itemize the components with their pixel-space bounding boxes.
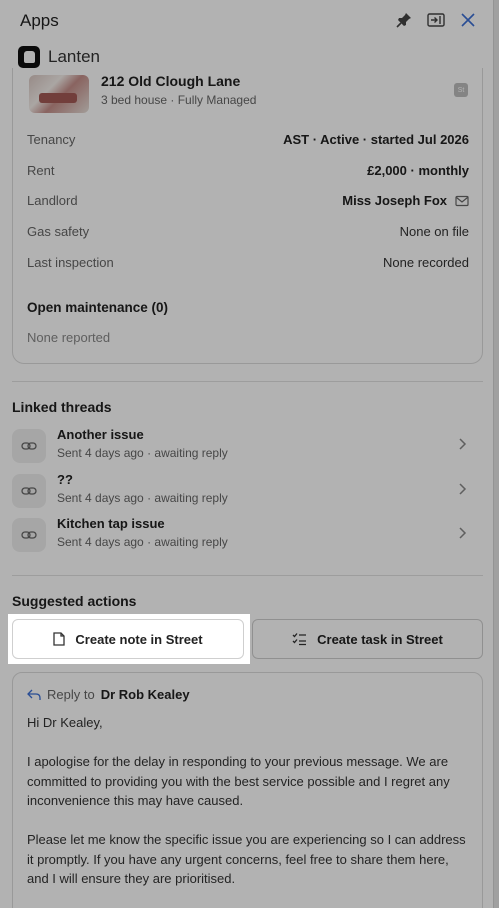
note-icon xyxy=(53,632,66,646)
property-card: 212 Old Clough Lane 3 bed house · Fully … xyxy=(12,68,483,364)
landlord-name: Miss Joseph Fox xyxy=(342,193,447,208)
detail-value: AST · Active · started Jul 2026 xyxy=(283,132,469,147)
detail-key: Gas safety xyxy=(27,224,90,239)
panel-header: Apps xyxy=(0,0,499,42)
header-actions xyxy=(395,11,477,29)
detail-row-tenancy: Tenancy AST · Active · started Jul 2026 xyxy=(27,130,469,150)
detail-row-rent: Rent £2,000 · monthly xyxy=(27,161,469,181)
chevron-right-icon xyxy=(459,438,467,450)
create-task-button[interactable]: Create task in Street xyxy=(252,619,483,659)
divider xyxy=(12,575,483,576)
detail-value: £2,000 · monthly xyxy=(367,163,469,178)
page-edge xyxy=(493,0,499,908)
thread-item[interactable]: ?? Sent 4 days ago · awaiting reply xyxy=(12,472,483,512)
property-subtitle: 3 bed house · Fully Managed xyxy=(101,93,257,107)
reply-arrow-icon xyxy=(27,689,41,700)
reply-composer[interactable]: Reply to Dr Rob Kealey Hi Dr Kealey, I a… xyxy=(12,672,483,908)
thread-meta: Sent 4 days ago · awaiting reply xyxy=(57,491,228,505)
detail-key: Rent xyxy=(27,163,55,178)
reply-paragraph: I apologise for the delay in responding … xyxy=(27,754,450,808)
detail-row-gas-safety: Gas safety None on file xyxy=(27,222,469,242)
lanten-logo-icon xyxy=(18,46,40,68)
create-task-label: Create task in Street xyxy=(317,631,443,647)
detail-row-last-inspection: Last inspection None recorded xyxy=(27,253,469,273)
close-icon[interactable] xyxy=(459,11,477,29)
detail-value: None on file xyxy=(399,224,469,239)
detail-key: Landlord xyxy=(27,193,78,208)
link-icon xyxy=(12,474,46,508)
detail-row-landlord: Landlord Miss Joseph Fox xyxy=(27,191,469,211)
expand-panel-icon[interactable] xyxy=(427,11,445,29)
linked-threads-heading: Linked threads xyxy=(12,399,112,415)
reply-greeting: Hi Dr Kealey, xyxy=(27,715,103,730)
link-icon xyxy=(12,429,46,463)
thread-meta: Sent 4 days ago · awaiting reply xyxy=(57,446,228,460)
detail-key: Tenancy xyxy=(27,132,76,147)
reply-recipient: Dr Rob Kealey xyxy=(100,687,190,702)
app-header: Lanten xyxy=(18,44,100,70)
detail-value-wrap: Miss Joseph Fox xyxy=(342,193,469,208)
thread-item[interactable]: Kitchen tap issue Sent 4 days ago · awai… xyxy=(12,516,483,556)
reply-paragraph: Please let me know the specific issue yo… xyxy=(27,832,466,886)
reply-header: Reply to Dr Rob Kealey xyxy=(27,687,190,702)
pin-icon[interactable] xyxy=(395,11,413,29)
suggested-actions-heading: Suggested actions xyxy=(12,593,137,609)
property-address[interactable]: 212 Old Clough Lane xyxy=(101,73,240,89)
apps-panel: Apps Lanten 212 Old Clough Lane 3 bed ho… xyxy=(0,0,499,908)
link-icon xyxy=(12,518,46,552)
divider xyxy=(12,381,483,382)
create-note-label: Create note in Street xyxy=(75,631,203,647)
reply-message[interactable]: Hi Dr Kealey, I apologise for the delay … xyxy=(27,713,467,908)
thread-name: ?? xyxy=(57,472,73,487)
create-note-button[interactable]: Create note in Street xyxy=(12,619,244,659)
mail-icon[interactable] xyxy=(455,195,469,207)
app-name: Lanten xyxy=(48,47,100,66)
maintenance-heading: Open maintenance (0) xyxy=(27,300,169,315)
thread-name: Another issue xyxy=(57,427,144,442)
chevron-right-icon xyxy=(459,483,467,495)
thread-name: Kitchen tap issue xyxy=(57,516,165,531)
street-link-icon[interactable]: St xyxy=(454,83,468,97)
detail-value: None recorded xyxy=(383,255,469,270)
thread-meta: Sent 4 days ago · awaiting reply xyxy=(57,535,228,549)
chevron-right-icon xyxy=(459,527,467,539)
maintenance-empty: None reported xyxy=(27,330,111,345)
panel-title: Apps xyxy=(20,11,59,30)
property-photo xyxy=(29,75,89,113)
detail-key: Last inspection xyxy=(27,255,114,270)
thread-item[interactable]: Another issue Sent 4 days ago · awaiting… xyxy=(12,427,483,467)
highlighted-action: Create note in Street xyxy=(8,614,250,664)
checklist-icon xyxy=(292,633,307,646)
reply-prefix: Reply to xyxy=(47,687,95,702)
